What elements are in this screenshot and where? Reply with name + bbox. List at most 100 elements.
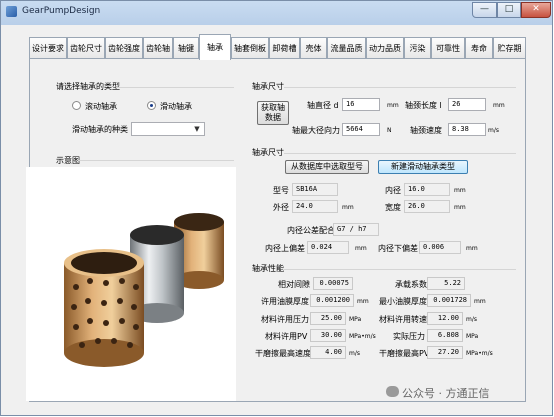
title-bar: GearPumpDesign — □ ✕ [1, 1, 552, 23]
outer-diameter-unit: mm [342, 204, 354, 211]
width-label: 宽度 [385, 203, 401, 212]
shaft-size-title: 轴承尺寸 [252, 82, 284, 91]
relative-clearance-label: 相对间隙 [278, 280, 310, 289]
neck-length-field[interactable]: 26 [448, 98, 486, 111]
radial-force-label: 轴最大径向力 [292, 126, 340, 135]
inner-diameter-field[interactable]: 16.0 [404, 183, 450, 196]
mat-pv-field[interactable]: 30.00 [310, 329, 346, 342]
dry-speed-field[interactable]: 4.00 [310, 346, 346, 359]
width-field[interactable]: 26.0 [404, 200, 450, 213]
model-field[interactable]: SB16A [292, 183, 338, 196]
wechat-icon [386, 386, 399, 397]
radial-force-field[interactable]: 5664 [342, 123, 380, 136]
tab-contamination[interactable]: 污染 [404, 37, 431, 59]
divider [116, 87, 234, 88]
bushings-illustration [64, 213, 224, 367]
tab-shaft-key[interactable]: 轴键 [173, 37, 199, 59]
sliding-kind-label: 滑动轴承的种类 [72, 125, 128, 134]
lower-deviation-label: 内径下偏差 [378, 244, 418, 253]
allow-film-field[interactable]: 0.001200 [310, 294, 354, 307]
fit-label: 内径公差配合 [287, 226, 335, 235]
tab-bearing[interactable]: 轴承 [199, 34, 231, 60]
new-bearing-type-button[interactable]: 新建滑动轴承类型 [378, 160, 468, 174]
radial-force-unit: N [387, 127, 392, 134]
lower-deviation-field[interactable]: 0.006 [419, 241, 461, 254]
upper-deviation-field[interactable]: 0.024 [307, 241, 349, 254]
shaft-d-label: 轴直径 d [307, 101, 339, 110]
upper-deviation-unit: mm [355, 245, 367, 252]
tab-gear-size[interactable]: 齿轮尺寸 [67, 37, 105, 59]
tab-gear-shaft[interactable]: 齿轮轴 [143, 37, 173, 59]
bearing-coef-label: 承载系数 [395, 280, 427, 289]
divider [284, 153, 516, 154]
fit-field[interactable]: G7 / h7 [333, 223, 379, 236]
shaft-d-field[interactable]: 16 [342, 98, 380, 111]
tab-flow-quality[interactable]: 流量品质 [327, 37, 366, 59]
width-unit: mm [454, 204, 466, 211]
outer-diameter-label: 外径 [273, 203, 289, 212]
shaft-d-unit: mm [387, 102, 399, 109]
dry-pv-field[interactable]: 27.20 [427, 346, 463, 359]
shaft-speed-unit: m/s [488, 127, 499, 134]
rolling-bearing-label: 滚动轴承 [85, 102, 117, 111]
actual-pressure-field[interactable]: 6.808 [427, 329, 463, 342]
app-icon [6, 6, 17, 17]
neck-length-unit: mm [493, 102, 505, 109]
app-window: GearPumpDesign — □ ✕ 设计要求 齿轮尺寸 齿轮强度 齿轮轴 … [0, 0, 553, 416]
rolling-bearing-radio[interactable] [72, 101, 81, 110]
mat-pv-unit: MPa•m/s [349, 333, 376, 340]
shaft-speed-field[interactable]: 8.38 [448, 123, 486, 136]
upper-deviation-label: 内径上偏差 [265, 244, 305, 253]
mat-speed-field[interactable]: 12.00 [427, 312, 463, 325]
min-film-label: 最小油膜厚度 [379, 297, 427, 306]
maximize-button[interactable]: □ [497, 2, 521, 18]
dry-speed-unit: m/s [349, 350, 360, 357]
actual-pressure-unit: MPa [466, 333, 479, 340]
inner-diameter-unit: mm [454, 187, 466, 194]
tab-power-quality[interactable]: 动力品质 [366, 37, 404, 59]
tab-design-req[interactable]: 设计要求 [29, 37, 67, 59]
bearing-size-title: 轴承尺寸 [252, 148, 284, 157]
outer-diameter-field[interactable]: 24.0 [292, 200, 338, 213]
model-label: 型号 [273, 186, 289, 195]
mat-pressure-field[interactable]: 25.00 [310, 312, 346, 325]
chevron-down-icon: ▼ [194, 125, 200, 133]
bearing-type-title: 请选择轴承的类型 [56, 82, 120, 91]
tab-storage[interactable]: 贮存期 [493, 37, 526, 59]
divider [78, 160, 234, 161]
allow-film-label: 许用油膜厚度 [261, 297, 309, 306]
inner-diameter-label: 内径 [385, 186, 401, 195]
tab-relief-groove[interactable]: 卸荷槽 [269, 37, 300, 59]
tab-reliability[interactable]: 可靠性 [431, 37, 465, 59]
sliding-bearing-radio[interactable] [147, 101, 156, 110]
min-film-unit: mm [474, 298, 486, 305]
actual-pressure-label: 实际压力 [393, 332, 425, 341]
mat-speed-label: 材料许用转速 [379, 315, 427, 324]
dry-speed-label: 干磨擦最高速度 [255, 349, 311, 358]
performance-title: 轴承性能 [252, 264, 284, 273]
mat-pressure-unit: MPa [349, 316, 362, 323]
select-from-db-button[interactable]: 从数据库中选取型号 [285, 160, 369, 174]
lower-deviation-unit: mm [466, 245, 478, 252]
dry-pv-label: 干磨擦最高PV [379, 349, 430, 358]
tab-gear-strength[interactable]: 齿轮强度 [105, 37, 143, 59]
bearing-coef-field[interactable]: 5.22 [427, 277, 465, 290]
close-button[interactable]: ✕ [521, 2, 551, 18]
shaft-speed-label: 轴颈速度 [410, 126, 442, 135]
divider [284, 269, 516, 270]
watermark-text: 公众号 · 方通正信 [402, 387, 490, 400]
bearing-diagram-image [26, 167, 236, 401]
fetch-shaft-data-button[interactable]: 获取轴 数据 [257, 101, 289, 125]
diagram-title: 示意图 [56, 156, 80, 165]
window-title: GearPumpDesign [22, 6, 101, 16]
tab-sleeve-plate[interactable]: 轴套倒板 [231, 37, 269, 59]
tab-life[interactable]: 寿命 [465, 37, 493, 59]
minimize-button[interactable]: — [472, 2, 497, 18]
relative-clearance-field[interactable]: 0.00075 [313, 277, 353, 290]
mat-pv-label: 材料许用PV [265, 332, 308, 341]
neck-length-label: 轴颈长度 l [405, 101, 442, 110]
tab-housing[interactable]: 壳体 [300, 37, 327, 59]
min-film-field[interactable]: 0.001728 [427, 294, 471, 307]
sliding-kind-select[interactable]: ▼ [131, 122, 205, 136]
allow-film-unit: mm [357, 298, 369, 305]
